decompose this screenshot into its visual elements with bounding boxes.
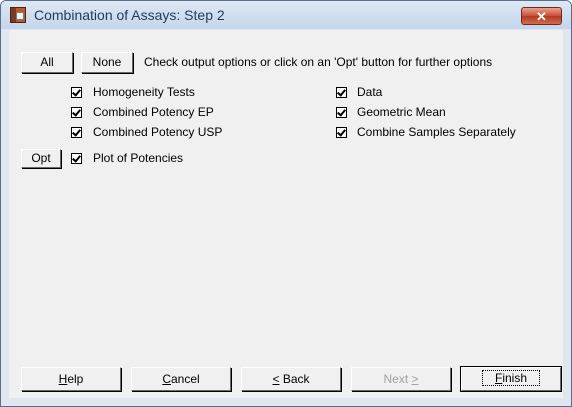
cancel-button[interactable]: Cancel	[131, 367, 231, 391]
combined-potency-ep-checkbox[interactable]	[71, 107, 82, 118]
help-label-post: elp	[67, 372, 84, 386]
next-button[interactable]: Next >	[351, 367, 451, 391]
select-all-button[interactable]: All	[21, 52, 73, 73]
data-label: Data	[357, 85, 383, 99]
app-icon	[10, 7, 26, 23]
title-bar: Combination of Assays: Step 2 ✕	[1, 1, 571, 29]
finish-button[interactable]: Finish	[460, 366, 562, 392]
back-label-post: Back	[279, 372, 310, 386]
finish-label-post: inish	[502, 371, 528, 385]
close-icon[interactable]: ✕	[521, 7, 562, 25]
window-title: Combination of Assays: Step 2	[34, 7, 225, 23]
back-label-key: <	[272, 372, 280, 386]
data-checkbox[interactable]	[336, 87, 347, 98]
homogeneity-tests-label: Homogeneity Tests	[93, 85, 195, 99]
combined-potency-ep-label: Combined Potency EP	[93, 105, 214, 119]
dialog-body: All None Check output options or click o…	[9, 30, 563, 398]
help-button[interactable]: Help	[21, 367, 121, 391]
back-button[interactable]: < Back	[241, 367, 341, 391]
homogeneity-tests-checkbox[interactable]	[71, 87, 82, 98]
combine-samples-separately-label: Combine Samples Separately	[357, 125, 516, 139]
finish-focus-rect: Finish	[481, 370, 541, 386]
instruction-text: Check output options or click on an 'Opt…	[144, 55, 493, 69]
combine-samples-separately-checkbox[interactable]	[336, 127, 347, 138]
cancel-label-post: ancel	[170, 372, 200, 386]
cancel-label-key: C	[162, 372, 171, 386]
select-none-button[interactable]: None	[81, 52, 133, 73]
plot-of-potencies-checkbox[interactable]	[71, 153, 82, 164]
opt-button[interactable]: Opt	[21, 149, 61, 168]
plot-of-potencies-label: Plot of Potencies	[93, 151, 184, 165]
combined-potency-usp-label: Combined Potency USP	[93, 125, 223, 139]
dialog-window: Combination of Assays: Step 2 ✕ All None…	[0, 0, 572, 407]
next-label-key: >	[411, 372, 419, 386]
geometric-mean-checkbox[interactable]	[336, 107, 347, 118]
combined-potency-usp-checkbox[interactable]	[71, 127, 82, 138]
geometric-mean-label: Geometric Mean	[357, 105, 446, 119]
next-label-pre: Next	[383, 372, 412, 386]
